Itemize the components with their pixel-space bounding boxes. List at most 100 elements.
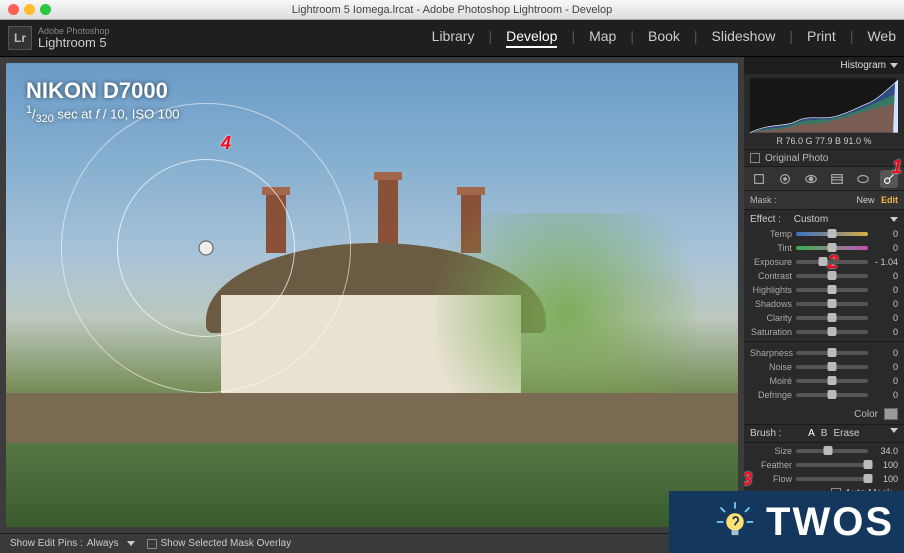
module-tab-slideshow[interactable]: Slideshow	[712, 28, 776, 48]
slider-track[interactable]	[796, 393, 868, 397]
graduated-filter-icon[interactable]	[828, 170, 846, 188]
slider-knob[interactable]	[828, 271, 837, 280]
redeye-icon[interactable]	[802, 170, 820, 188]
effect-preset-dropdown[interactable]: Custom	[794, 214, 828, 225]
slider-sharpness[interactable]: Sharpness0	[750, 346, 898, 360]
effect-label: Effect :	[750, 214, 781, 225]
watermark-text: TWOS	[766, 500, 894, 545]
slider-exposure[interactable]: Exposure- 1.04	[750, 255, 898, 269]
slider-track[interactable]	[796, 316, 868, 320]
slider-knob[interactable]	[828, 313, 837, 322]
slider-track[interactable]	[796, 302, 868, 306]
slider-knob[interactable]	[824, 446, 833, 455]
slider-knob[interactable]	[828, 390, 837, 399]
slider-knob[interactable]	[828, 376, 837, 385]
original-photo-toggle[interactable]: Original Photo	[744, 149, 904, 167]
brush-tab-a[interactable]: A	[808, 428, 815, 439]
histogram-icon	[750, 78, 898, 133]
slider-size[interactable]: Size34.0	[750, 444, 898, 458]
module-tab-map[interactable]: Map	[589, 28, 616, 48]
slider-value: 0	[872, 229, 898, 239]
slider-track[interactable]	[796, 288, 868, 292]
crop-icon[interactable]	[750, 170, 768, 188]
close-icon[interactable]	[8, 4, 19, 15]
chevron-down-icon[interactable]	[890, 428, 898, 433]
chevron-down-icon[interactable]	[890, 63, 898, 68]
slider-saturation[interactable]: Saturation0	[750, 325, 898, 339]
exposure-settings: 1/320 sec at f / 10, ISO 100	[26, 104, 180, 125]
slider-label: Temp	[750, 229, 792, 239]
window-controls[interactable]	[8, 4, 51, 15]
slider-noise[interactable]: Noise0	[750, 360, 898, 374]
slider-knob[interactable]	[828, 327, 837, 336]
slider-knob[interactable]	[828, 362, 837, 371]
histogram-header[interactable]: Histogram	[744, 57, 904, 74]
slider-knob[interactable]	[819, 257, 828, 266]
slider-track[interactable]	[796, 477, 868, 481]
slider-track[interactable]	[796, 274, 868, 278]
annotation-1: 1	[892, 157, 902, 178]
detail-group: Sharpness0Noise0Moiré0Defringe0	[744, 341, 904, 404]
photo-canvas[interactable]: NIKON D7000 1/320 sec at f / 10, ISO 100…	[6, 63, 738, 527]
slider-temp[interactable]: Temp 0	[750, 227, 898, 241]
slider-knob[interactable]	[864, 460, 873, 469]
slider-knob[interactable]	[828, 229, 837, 238]
mask-row: Mask : New Edit	[744, 191, 904, 209]
slider-clarity[interactable]: Clarity0	[750, 311, 898, 325]
module-tab-develop[interactable]: Develop	[506, 28, 557, 48]
slider-track[interactable]	[796, 330, 868, 334]
module-tab-library[interactable]: Library	[432, 28, 475, 48]
chevron-down-icon[interactable]	[127, 541, 135, 546]
slider-knob[interactable]	[828, 243, 837, 252]
slider-knob[interactable]	[828, 348, 837, 357]
slider-shadows[interactable]: Shadows0	[750, 297, 898, 311]
slider-track[interactable]	[796, 379, 868, 383]
loupe-view[interactable]: NIKON D7000 1/320 sec at f / 10, ISO 100…	[0, 57, 744, 533]
module-tab-print[interactable]: Print	[807, 28, 836, 48]
show-edit-pins-dropdown[interactable]: Always	[87, 538, 119, 549]
edit-pin[interactable]	[199, 241, 214, 256]
overlay-checkbox[interactable]	[147, 539, 157, 549]
radial-filter-icon[interactable]	[854, 170, 872, 188]
brush-tab-erase[interactable]: Erase	[833, 428, 859, 439]
color-row: Color	[744, 404, 904, 424]
slider-flow[interactable]: Flow100	[750, 472, 898, 486]
slider-track[interactable]	[796, 246, 868, 250]
mask-new-button[interactable]: New	[856, 195, 874, 205]
module-tab-web[interactable]: Web	[867, 28, 896, 48]
spot-removal-icon[interactable]	[776, 170, 794, 188]
app-header: Lr Adobe Photoshop Lightroom 5 Library|D…	[0, 20, 904, 57]
slider-moire[interactable]: Moiré0	[750, 374, 898, 388]
color-swatch[interactable]	[884, 408, 898, 420]
slider-track[interactable]	[796, 232, 868, 236]
module-tab-book[interactable]: Book	[648, 28, 680, 48]
slider-value: 0	[872, 285, 898, 295]
brush-header: Brush : ABErase	[744, 424, 904, 442]
slider-knob[interactable]	[828, 299, 837, 308]
slider-feather[interactable]: Feather100	[750, 458, 898, 472]
slider-value: 0	[872, 299, 898, 309]
slider-track[interactable]	[796, 463, 868, 467]
slider-label: Flow	[750, 474, 792, 484]
slider-highlights[interactable]: Highlights0	[750, 283, 898, 297]
slider-knob[interactable]	[864, 474, 873, 483]
brush-tab-b[interactable]: B	[821, 428, 828, 439]
slider-label: Moiré	[750, 376, 792, 386]
checkbox-icon[interactable]	[750, 153, 760, 163]
slider-track[interactable]	[796, 365, 868, 369]
slider-contrast[interactable]: Contrast0	[750, 269, 898, 283]
slider-track[interactable]	[796, 351, 868, 355]
slider-knob[interactable]	[828, 285, 837, 294]
minimize-icon[interactable]	[24, 4, 35, 15]
zoom-icon[interactable]	[40, 4, 51, 15]
slider-value: 0	[872, 362, 898, 372]
slider-label: Feather	[750, 460, 792, 470]
slider-tint[interactable]: Tint0	[750, 241, 898, 255]
window-title: Lightroom 5 Iomega.lrcat - Adobe Photosh…	[292, 4, 612, 16]
slider-defringe[interactable]: Defringe0	[750, 388, 898, 402]
mask-edit-button[interactable]: Edit	[881, 195, 898, 205]
chevron-down-icon[interactable]	[890, 217, 898, 222]
slider-track[interactable]	[796, 260, 868, 264]
slider-track[interactable]	[796, 449, 868, 453]
slider-value: 0	[872, 327, 898, 337]
